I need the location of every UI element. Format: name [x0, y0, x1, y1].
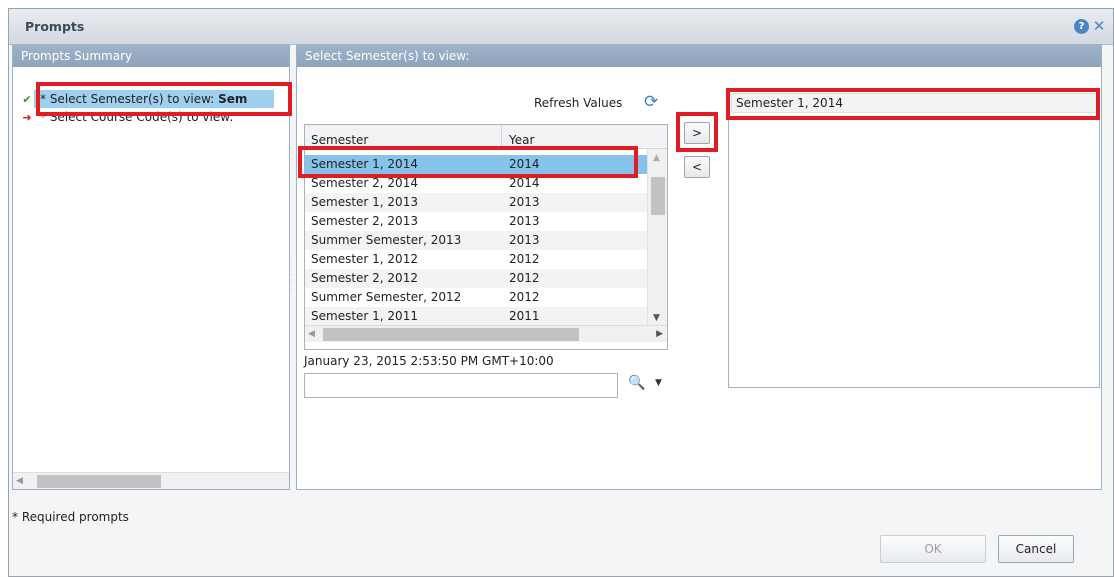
refresh-values-link[interactable]: Refresh Values	[534, 96, 622, 110]
red-arrow-icon: ➜	[22, 111, 32, 124]
scrollbar-thumb[interactable]	[37, 475, 161, 488]
highlight-box	[298, 146, 638, 178]
table-horizontal-scrollbar[interactable]: ◀ ▶	[305, 325, 667, 342]
table-row[interactable]: Semester 2, 2013 2013	[305, 212, 648, 231]
required-prompts-note: * Required prompts	[12, 510, 129, 524]
table-row[interactable]: Summer Semester, 2013 2013	[305, 231, 648, 250]
scroll-down-icon[interactable]: ▼	[653, 313, 660, 323]
dialog-title: Prompts	[25, 19, 85, 34]
table-vertical-scrollbar[interactable]: ▲ ▼	[647, 149, 667, 325]
table-row[interactable]: Semester 1, 2013 2013	[305, 193, 648, 212]
last-refresh-timestamp: January 23, 2015 2:53:50 PM GMT+10:00	[304, 354, 554, 368]
check-icon: ✔	[22, 93, 32, 106]
search-input[interactable]	[304, 373, 618, 398]
chevron-down-icon[interactable]: ▼	[655, 378, 662, 388]
column-header-year[interactable]: Year	[509, 133, 534, 147]
scroll-left-icon[interactable]: ◀	[16, 473, 23, 490]
help-icon[interactable]: ?	[1074, 19, 1089, 34]
cancel-button[interactable]: Cancel	[998, 535, 1074, 563]
highlight-box	[36, 82, 292, 116]
scroll-left-icon[interactable]: ◀	[308, 326, 315, 343]
prompt-values-header: Select Semester(s) to view:	[297, 45, 1101, 67]
column-header-semester[interactable]: Semester	[311, 133, 368, 147]
selected-values-list: Semester 1, 2014	[728, 90, 1100, 388]
highlight-box	[676, 112, 718, 152]
scroll-right-icon[interactable]: ▶	[656, 326, 663, 343]
scroll-up-icon[interactable]: ▲	[653, 153, 660, 163]
table-row[interactable]: Semester 2, 2012 2012	[305, 269, 648, 288]
ok-button[interactable]: OK	[880, 535, 986, 563]
refresh-icon[interactable]: ⟳	[644, 93, 662, 111]
binoculars-search-icon[interactable]: 🔍	[628, 375, 645, 391]
table-row[interactable]: Semester 1, 2012 2012	[305, 250, 648, 269]
highlight-box	[726, 88, 1100, 120]
dialog-titlebar: Prompts ? ✕	[9, 9, 1113, 45]
panel-splitter[interactable]: · · · · ·	[290, 258, 295, 298]
prompts-summary-header: Prompts Summary	[13, 45, 289, 67]
scrollbar-thumb[interactable]	[323, 328, 579, 341]
table-row[interactable]: Semester 1, 2011 2011	[305, 307, 648, 326]
table-row[interactable]: Summer Semester, 2012 2012	[305, 288, 648, 307]
close-icon[interactable]: ✕	[1091, 17, 1107, 35]
remove-value-button[interactable]: <	[684, 156, 710, 178]
scrollbar-thumb[interactable]	[651, 177, 665, 215]
summary-horizontal-scrollbar[interactable]: ◀	[13, 472, 289, 489]
